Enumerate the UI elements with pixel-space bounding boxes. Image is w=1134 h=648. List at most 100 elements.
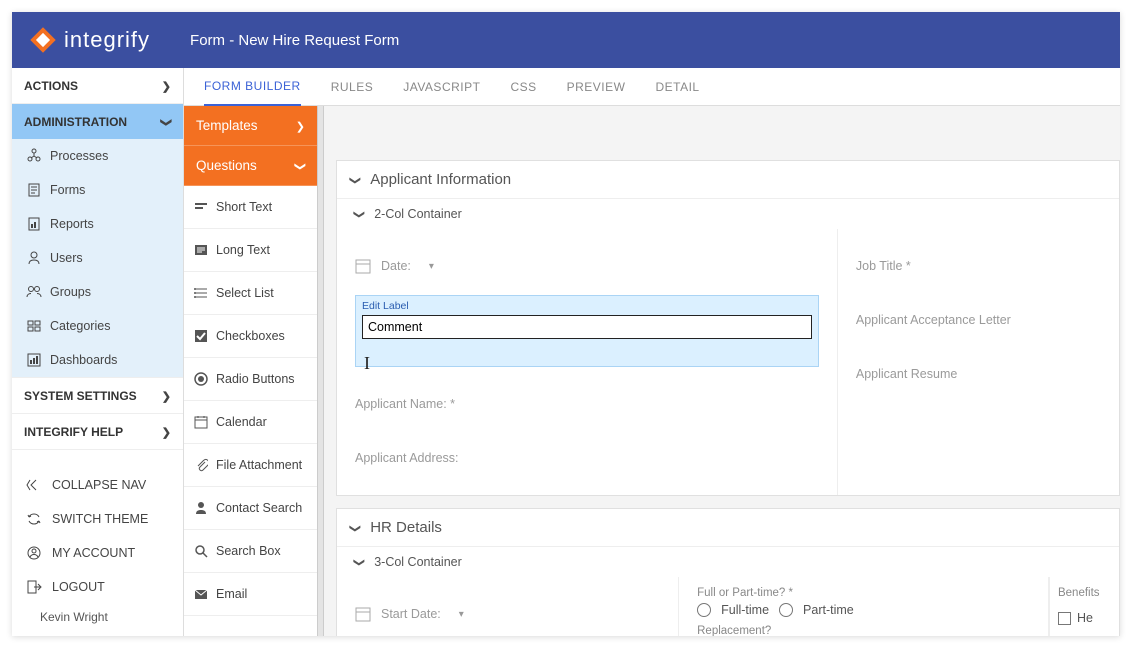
nav-system-header[interactable]: SYSTEM SETTINGS — [12, 378, 183, 413]
nav-item-processes[interactable]: Processes — [12, 139, 183, 173]
tab-javascript[interactable]: JAVASCRIPT — [403, 69, 480, 105]
palette-item-label: Short Text — [216, 200, 272, 214]
tab-rules[interactable]: RULES — [331, 69, 374, 105]
email-icon — [194, 587, 208, 601]
field-date[interactable]: Date: — [355, 239, 819, 293]
palette-questions-header[interactable]: Questions — [184, 146, 317, 186]
nav-item-label: Forms — [50, 183, 85, 197]
radio-parttime[interactable] — [779, 603, 793, 617]
palette-item-label: Checkboxes — [216, 329, 285, 343]
benefit-option[interactable]: He — [1058, 611, 1119, 625]
brand-logo: integrify — [30, 27, 150, 53]
nav-item-forms[interactable]: Forms — [12, 173, 183, 207]
paperclip-icon — [194, 458, 208, 472]
edit-label-field: Edit Label I — [355, 295, 819, 367]
split-handle[interactable] — [318, 106, 324, 636]
nav-help-label: INTEGRIFY HELP — [24, 425, 123, 439]
nav-item-label: Reports — [50, 217, 94, 231]
palette-item-search[interactable]: Search Box — [184, 530, 317, 573]
field-resume[interactable]: Applicant Resume — [856, 347, 1111, 401]
palette-item-calendar[interactable]: Calendar — [184, 401, 317, 444]
chevron-right-icon — [162, 388, 171, 403]
radio-label: Part-time — [803, 603, 854, 617]
field-acceptance-letter[interactable]: Applicant Acceptance Letter — [856, 293, 1111, 347]
section-header[interactable]: Applicant Information — [337, 161, 1119, 199]
tab-preview[interactable]: PREVIEW — [567, 69, 626, 105]
field-label: Start Date: — [381, 607, 441, 621]
nav-admin-header[interactable]: ADMINISTRATION — [12, 104, 183, 139]
question-palette: Templates Questions Short Text Long Text… — [184, 106, 318, 636]
field-label: Date: — [381, 259, 411, 273]
chevron-right-icon — [296, 118, 305, 133]
form-tabs: FORM BUILDER RULES JAVASCRIPT CSS PREVIE… — [184, 68, 1120, 106]
nav-item-groups[interactable]: Groups — [12, 275, 183, 309]
container-header[interactable]: 3-Col Container — [337, 547, 1119, 577]
field-label: Applicant Resume — [856, 367, 957, 381]
processes-icon — [26, 148, 42, 164]
palette-item-label: Email — [216, 587, 247, 601]
nav-item-label: Dashboards — [50, 353, 117, 367]
nav-item-users[interactable]: Users — [12, 241, 183, 275]
collapse-icon — [26, 477, 42, 493]
field-applicant-name[interactable]: Applicant Name: * — [355, 377, 819, 431]
chevron-down-icon — [355, 207, 364, 221]
nav-link-label: SWITCH THEME — [52, 512, 148, 526]
nav-item-label: Processes — [50, 149, 108, 163]
calendar-icon — [194, 415, 208, 429]
chevron-down-icon — [351, 171, 360, 188]
nav-admin-label: ADMINISTRATION — [24, 115, 127, 129]
chevron-down-icon — [355, 555, 364, 569]
section-title: HR Details — [370, 519, 442, 536]
radio-label: Full-time — [721, 603, 769, 617]
palette-templates-header[interactable]: Templates — [184, 106, 317, 146]
short-text-icon — [194, 200, 208, 214]
section-header[interactable]: HR Details — [337, 509, 1119, 547]
field-label: Applicant Acceptance Letter — [856, 313, 1011, 327]
chevron-right-icon — [162, 78, 171, 93]
nav-help-header[interactable]: INTEGRIFY HELP — [12, 414, 183, 449]
my-account-link[interactable]: MY ACCOUNT — [12, 536, 183, 570]
calendar-icon — [355, 606, 371, 622]
groups-icon — [26, 284, 42, 300]
palette-item-label: Contact Search — [216, 501, 302, 515]
theme-icon — [26, 511, 42, 527]
palette-header-label: Questions — [196, 158, 257, 173]
tab-detail[interactable]: DETAIL — [655, 69, 699, 105]
tab-css[interactable]: CSS — [510, 69, 536, 105]
collapse-nav-link[interactable]: COLLAPSE NAV — [12, 468, 183, 502]
categories-icon — [26, 318, 42, 334]
nav-actions-label: ACTIONS — [24, 79, 78, 93]
nav-actions-header[interactable]: ACTIONS — [12, 68, 183, 103]
palette-item-radio[interactable]: Radio Buttons — [184, 358, 317, 401]
container-header[interactable]: 2-Col Container — [337, 199, 1119, 229]
radio-fulltime[interactable] — [697, 603, 711, 617]
reports-icon — [26, 216, 42, 232]
nav-item-categories[interactable]: Categories — [12, 309, 183, 343]
palette-item-checkboxes[interactable]: Checkboxes — [184, 315, 317, 358]
page-title: Form - New Hire Request Form — [190, 32, 399, 49]
palette-item-long-text[interactable]: Long Text — [184, 229, 317, 272]
chevron-down-icon — [296, 158, 305, 173]
palette-item-short-text[interactable]: Short Text — [184, 186, 317, 229]
palette-item-label: Calendar — [216, 415, 267, 429]
palette-item-file[interactable]: File Attachment — [184, 444, 317, 487]
palette-item-label: Long Text — [216, 243, 270, 257]
palette-item-email[interactable]: Email — [184, 573, 317, 616]
palette-item-contact[interactable]: Contact Search — [184, 487, 317, 530]
app-header: integrify Form - New Hire Request Form — [12, 12, 1120, 68]
forms-icon — [26, 182, 42, 198]
switch-theme-link[interactable]: SWITCH THEME — [12, 502, 183, 536]
field-job-title[interactable]: Job Title * — [856, 239, 1111, 293]
chevron-down-icon — [162, 114, 171, 129]
benefit-label: He — [1077, 611, 1093, 625]
field-applicant-address[interactable]: Applicant Address: — [355, 431, 819, 485]
checkbox-icon[interactable] — [1058, 612, 1071, 625]
edit-label-input[interactable] — [362, 315, 812, 339]
contact-icon — [194, 501, 208, 515]
logout-link[interactable]: LOGOUT — [12, 570, 183, 604]
palette-item-select-list[interactable]: Select List — [184, 272, 317, 315]
field-start-date[interactable]: Start Date: — [355, 587, 660, 636]
nav-item-dashboards[interactable]: Dashboards — [12, 343, 183, 377]
tab-form-builder[interactable]: FORM BUILDER — [204, 68, 301, 106]
nav-item-reports[interactable]: Reports — [12, 207, 183, 241]
